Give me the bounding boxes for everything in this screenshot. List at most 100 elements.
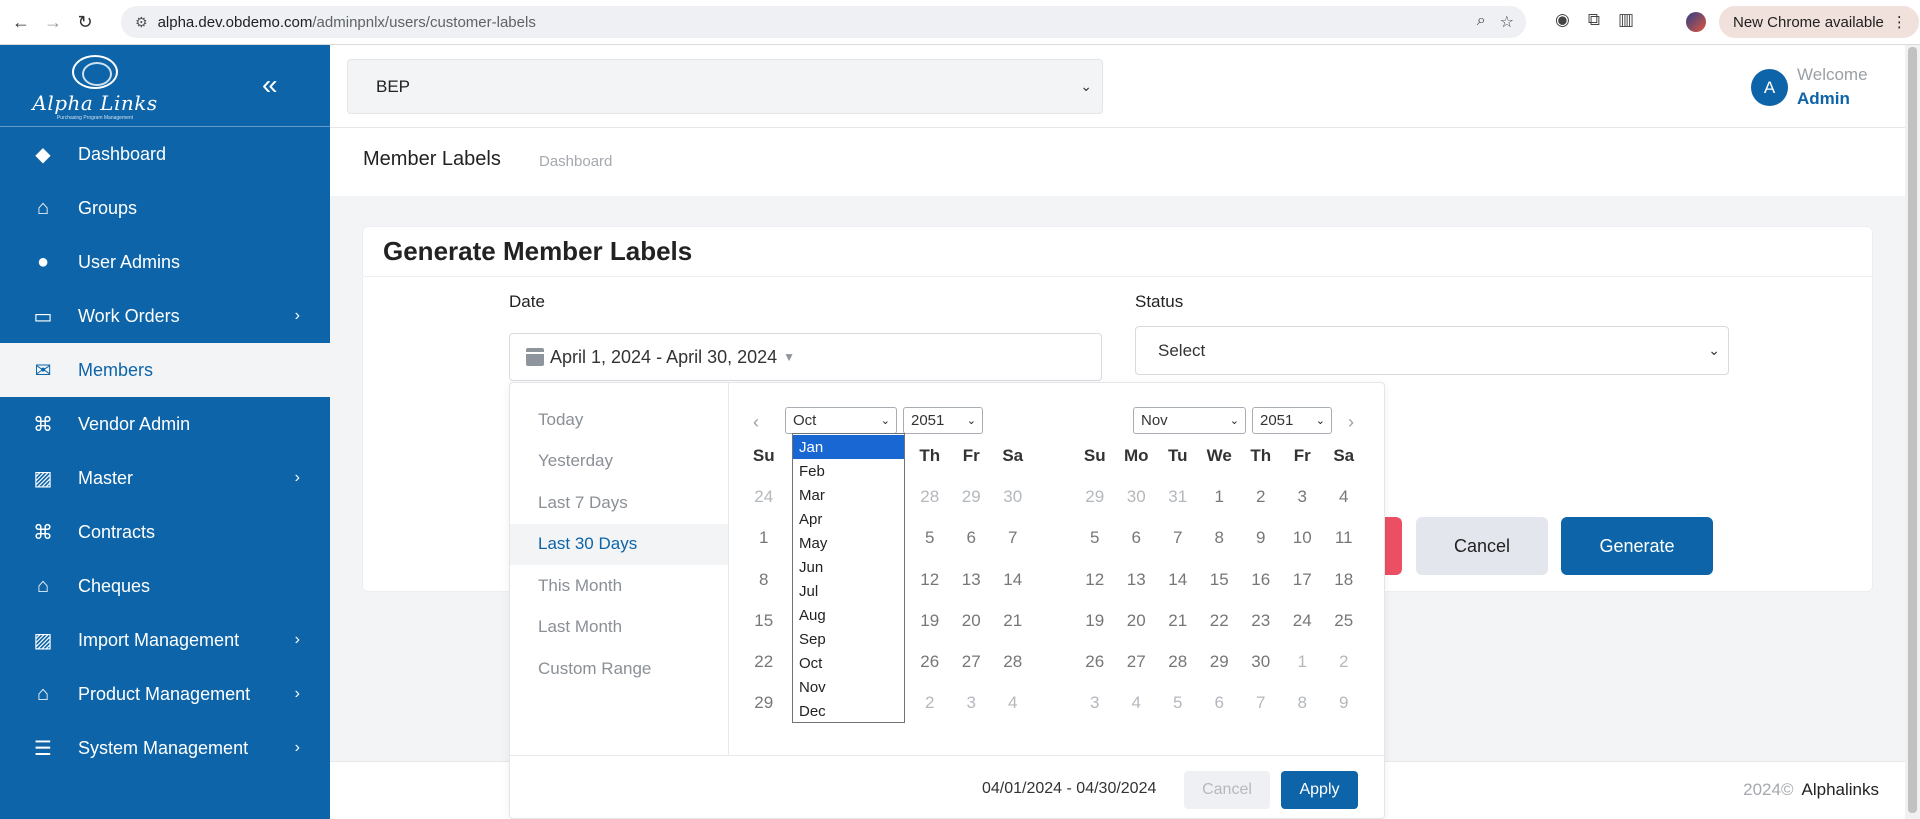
- range-last-7-days[interactable]: Last 7 Days: [510, 482, 728, 524]
- month-option[interactable]: Jan: [793, 435, 904, 459]
- range-last-30-days[interactable]: Last 30 Days: [510, 523, 728, 565]
- calendar-day[interactable]: 6: [951, 518, 993, 559]
- calendar-day[interactable]: 1: [1282, 641, 1324, 682]
- calendar-day[interactable]: 15: [1199, 559, 1241, 600]
- camera-icon[interactable]: ◉: [1555, 10, 1570, 30]
- scrollbar-thumb[interactable]: [1908, 47, 1917, 813]
- status-select[interactable]: Select ⌄: [1135, 326, 1729, 375]
- calendar-day[interactable]: 31: [1157, 476, 1199, 517]
- calendar-day[interactable]: 28: [909, 476, 951, 517]
- calendar-day[interactable]: 13: [1116, 559, 1158, 600]
- avatar[interactable]: A: [1751, 69, 1788, 106]
- sidebar-item-system-management[interactable]: ☰ System Management ›: [0, 721, 330, 775]
- calendar-day[interactable]: 7: [992, 518, 1034, 559]
- calendar-day[interactable]: 3: [1282, 476, 1324, 517]
- calendar-day[interactable]: 29: [743, 683, 785, 724]
- calendar-day[interactable]: 8: [1282, 683, 1324, 724]
- user-greeting[interactable]: Welcome Admin: [1797, 63, 1868, 111]
- calendar-day[interactable]: 2: [1240, 476, 1282, 517]
- calendar-day[interactable]: 16: [1240, 559, 1282, 600]
- calendar-day[interactable]: 8: [1199, 518, 1241, 559]
- calendar-day[interactable]: 5: [1157, 683, 1199, 724]
- address-bar[interactable]: ⚙ alpha.dev.obdemo.com/adminpnlx/users/c…: [121, 6, 1526, 38]
- sidebar-item-product-management[interactable]: ⌂ Product Management ›: [0, 667, 330, 721]
- calendar-day[interactable]: 28: [992, 641, 1034, 682]
- left-year-select[interactable]: 2051 ⌄: [903, 407, 983, 434]
- sidebar-item-members[interactable]: ✉ Members: [0, 343, 330, 397]
- month-option[interactable]: Sep: [793, 627, 904, 651]
- calendar-day[interactable]: 29: [951, 476, 993, 517]
- range-yesterday[interactable]: Yesterday: [510, 441, 728, 483]
- calendar-day[interactable]: 28: [1157, 641, 1199, 682]
- calendar-day[interactable]: 14: [992, 559, 1034, 600]
- calendar-day[interactable]: 10: [1282, 518, 1324, 559]
- calendar-day[interactable]: 18: [1323, 559, 1365, 600]
- calendar-day[interactable]: 24: [1282, 600, 1324, 641]
- month-option[interactable]: Apr: [793, 507, 904, 531]
- calendar-day[interactable]: 6: [1199, 683, 1241, 724]
- month-option[interactable]: Nov: [793, 675, 904, 699]
- chrome-update-button[interactable]: New Chrome available ⋮: [1719, 6, 1919, 38]
- range-custom-range[interactable]: Custom Range: [510, 648, 728, 690]
- calendar-day[interactable]: 30: [1240, 641, 1282, 682]
- range-last-month[interactable]: Last Month: [510, 607, 728, 649]
- back-icon[interactable]: ←: [10, 11, 32, 33]
- calendar-day[interactable]: 25: [1323, 600, 1365, 641]
- forward-icon[interactable]: →: [42, 11, 64, 33]
- calendar-day[interactable]: 29: [1074, 476, 1116, 517]
- sidebar-item-work-orders[interactable]: ▭ Work Orders ›: [0, 289, 330, 343]
- calendar-day[interactable]: 22: [1199, 600, 1241, 641]
- left-month-select[interactable]: Oct ⌄: [785, 407, 897, 434]
- range-today[interactable]: Today: [510, 399, 728, 441]
- calendar-day[interactable]: 24: [743, 476, 785, 517]
- sidebar-item-master[interactable]: ▨ Master ›: [0, 451, 330, 505]
- right-year-select[interactable]: 2051 ⌄: [1252, 407, 1332, 434]
- datepicker-cancel-button[interactable]: Cancel: [1184, 771, 1270, 809]
- datepicker-apply-button[interactable]: Apply: [1281, 771, 1358, 809]
- calendar-day[interactable]: 12: [909, 559, 951, 600]
- month-option[interactable]: Dec: [793, 699, 904, 723]
- calendar-day[interactable]: 29: [1199, 641, 1241, 682]
- calendar-day[interactable]: 4: [1116, 683, 1158, 724]
- breadcrumb[interactable]: Dashboard: [539, 153, 612, 170]
- month-option[interactable]: May: [793, 531, 904, 555]
- calendar-day[interactable]: 3: [1074, 683, 1116, 724]
- company-select[interactable]: BEP ⌄: [347, 59, 1103, 114]
- site-info-icon[interactable]: ⚙: [135, 14, 148, 31]
- calendar-day[interactable]: 3: [951, 683, 993, 724]
- calendar-day[interactable]: 13: [951, 559, 993, 600]
- brand-logo[interactable]: Alpha Links Purchasing Program Managemen…: [30, 55, 160, 121]
- sidebar-item-vendor-admin[interactable]: ⌘ Vendor Admin: [0, 397, 330, 451]
- calendar-day[interactable]: 7: [1157, 518, 1199, 559]
- sidebar-item-user-admins[interactable]: ● User Admins: [0, 235, 330, 289]
- prev-month-icon[interactable]: ‹: [753, 412, 759, 433]
- next-month-icon[interactable]: ›: [1348, 412, 1354, 433]
- calendar-day[interactable]: 9: [1240, 518, 1282, 559]
- calendar-day[interactable]: 11: [1323, 518, 1365, 559]
- month-option[interactable]: Oct: [793, 651, 904, 675]
- calendar-day[interactable]: 4: [992, 683, 1034, 724]
- calendar-day[interactable]: 23: [1240, 600, 1282, 641]
- cancel-button[interactable]: Cancel: [1416, 517, 1548, 575]
- month-option[interactable]: Aug: [793, 603, 904, 627]
- calendar-day[interactable]: 26: [909, 641, 951, 682]
- calendar-day[interactable]: 21: [1157, 600, 1199, 641]
- calendar-day[interactable]: 20: [1116, 600, 1158, 641]
- calendar-day[interactable]: 19: [909, 600, 951, 641]
- page-scrollbar[interactable]: [1905, 45, 1920, 819]
- calendar-day[interactable]: 2: [909, 683, 951, 724]
- profile-avatar-icon[interactable]: [1686, 12, 1706, 32]
- calendar-day[interactable]: 20: [951, 600, 993, 641]
- month-option[interactable]: Feb: [793, 459, 904, 483]
- generate-button[interactable]: Generate: [1561, 517, 1713, 575]
- extensions-icon[interactable]: ⧉: [1588, 10, 1600, 30]
- calendar-day[interactable]: 2: [1323, 641, 1365, 682]
- sidebar-item-dashboard[interactable]: ◆ Dashboard: [0, 127, 330, 181]
- calendar-day[interactable]: 27: [1116, 641, 1158, 682]
- calendar-day[interactable]: 7: [1240, 683, 1282, 724]
- calendar-day[interactable]: 9: [1323, 683, 1365, 724]
- sidebar-item-import-management[interactable]: ▨ Import Management ›: [0, 613, 330, 667]
- sidebar-collapse-icon[interactable]: «: [262, 69, 278, 101]
- calendar-day[interactable]: 17: [1282, 559, 1324, 600]
- right-month-select[interactable]: Nov ⌄: [1133, 407, 1246, 434]
